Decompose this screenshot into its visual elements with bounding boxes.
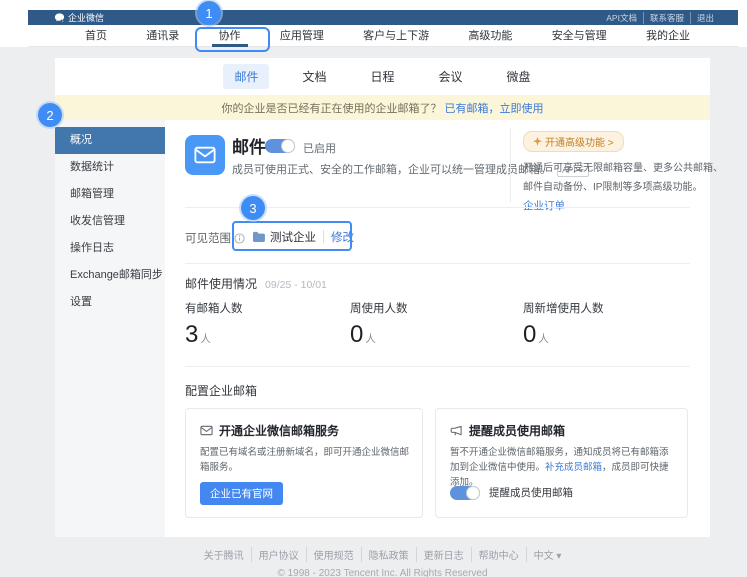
annotation-step-3-badge: 3 [241, 196, 265, 220]
envelope-icon [194, 146, 216, 164]
notice-text: 你的企业是否已经有正在使用的企业邮箱了？ [222, 100, 442, 116]
sidebar: 概况 数据统计 邮箱管理 收发信管理 操作日志 Exchange邮箱同步 设置 [55, 120, 165, 537]
annotation-rect-collaboration-tab [195, 27, 270, 52]
topbar-links: API文档 联系客服 退出 [600, 12, 720, 24]
toggle-knob [281, 139, 295, 153]
promo-text-line2: 邮件自动备份、IP限制等多项高级功能。 [523, 178, 703, 193]
card-title: 开通企业微信邮箱服务 [200, 422, 339, 439]
premium-promo: 开通高级功能 > 开通后可享受无限邮箱容量、更多公共邮箱、 邮件自动备份、IP限… [523, 131, 703, 213]
card-title: 提醒成员使用邮箱 [450, 422, 565, 439]
api-docs-link[interactable]: API文档 [600, 12, 644, 24]
nav-item-app-management[interactable]: 应用管理 [280, 25, 324, 47]
annotation-step-1-badge: 1 [197, 1, 221, 25]
stat-value: 3 [185, 321, 198, 348]
remind-members-toggle[interactable] [450, 486, 480, 500]
help-center-link[interactable]: 帮助中心 [472, 547, 527, 562]
main-nav: 首页 通讯录 协作 应用管理 客户与上下游 高级功能 安全与管理 我的企业 [28, 25, 738, 47]
main-content: 邮件 已启用 成员可使用正式、安全的工作邮箱，企业可以统一管理成员邮箱。API … [165, 120, 710, 537]
use-existing-mailbox-link[interactable]: 已有邮箱，立即使用 [445, 100, 544, 116]
topbar: 企业微信 API文档 联系客服 退出 [28, 10, 738, 25]
stat-value: 0 [523, 321, 536, 348]
usage-date-range: 09/25 - 10/01 [265, 279, 327, 291]
envelope-outline-icon [200, 425, 213, 436]
sparkle-icon [533, 137, 542, 146]
sidebar-item-settings[interactable]: 设置 [55, 289, 165, 316]
app-logo[interactable]: 企业微信 [54, 11, 104, 24]
nav-item-customers[interactable]: 客户与上下游 [363, 25, 429, 47]
wechat-work-bubble-icon [54, 12, 65, 23]
stat-mailbox-users: 有邮箱人数 3人 [185, 300, 345, 349]
nav-item-home[interactable]: 首页 [85, 25, 107, 47]
sidebar-item-mailbox-management[interactable]: 邮箱管理 [55, 181, 165, 208]
changelog-link[interactable]: 更新日志 [417, 547, 472, 562]
sidebar-item-overview[interactable]: 概况 [55, 127, 165, 154]
nav-item-advanced[interactable]: 高级功能 [468, 25, 512, 47]
language-selector[interactable]: 中文 ▾ [527, 547, 569, 562]
remind-toggle-row: 提醒成员使用邮箱 [450, 485, 573, 500]
company-has-website-button[interactable]: 企业已有官网 [200, 482, 283, 505]
footer: 关于腾讯 用户协议 使用规范 隐私政策 更新日志 帮助中心 中文 ▾ © 199… [55, 546, 710, 577]
usage-rules-link[interactable]: 使用规范 [307, 547, 362, 562]
open-mailbox-service-card: 开通企业微信邮箱服务 配置已有域名或注册新域名，即可开通企业微信邮箱服务。 企业… [185, 408, 423, 518]
promo-text-line1: 开通后可享受无限邮箱容量、更多公共邮箱、 [523, 159, 703, 174]
stat-weekly-new-users: 周新增使用人数 0人 [523, 300, 683, 349]
megaphone-icon [450, 425, 463, 437]
mail-app-icon [185, 135, 225, 175]
tab-calendar[interactable]: 日程 [359, 64, 405, 89]
contact-support-link[interactable]: 联系客服 [644, 12, 691, 24]
stat-unit: 人 [365, 333, 376, 345]
config-section-title: 配置企业邮箱 [185, 382, 257, 399]
page: 企业微信 API文档 联系客服 退出 首页 通讯录 协作 应用管理 客户与上下游… [0, 0, 747, 577]
upgrade-premium-button[interactable]: 开通高级功能 > [523, 131, 624, 152]
nav-item-my-company[interactable]: 我的企业 [646, 25, 690, 47]
divider [185, 366, 690, 367]
copyright: © 1998 - 2023 Tencent Inc. All Rights Re… [55, 568, 710, 577]
mail-status-label: 已启用 [303, 140, 336, 156]
supplement-member-mailbox-link[interactable]: 补充成员邮箱 [545, 462, 602, 473]
usage-section-title: 邮件使用情况09/25 - 10/01 [185, 275, 327, 292]
sidebar-item-statistics[interactable]: 数据统计 [55, 154, 165, 181]
stat-unit: 人 [200, 333, 211, 345]
tab-drive[interactable]: 微盘 [496, 64, 542, 89]
enterprise-order-link[interactable]: 企业订单 [523, 198, 703, 213]
mail-enabled-toggle[interactable] [265, 139, 295, 153]
tab-meeting[interactable]: 会议 [428, 64, 474, 89]
subtabs: 邮件 文档 日程 会议 微盘 [55, 58, 710, 95]
annotation-step-2-badge: 2 [38, 103, 62, 127]
nav-item-security[interactable]: 安全与管理 [552, 25, 607, 47]
privacy-policy-link[interactable]: 隐私政策 [362, 547, 417, 562]
stat-value: 0 [350, 321, 363, 348]
sidebar-item-operation-log[interactable]: 操作日志 [55, 235, 165, 262]
app-logo-label: 企业微信 [68, 11, 104, 24]
card-description: 暂不开通企业微信邮箱服务，通知成员将已有邮箱添加到企业微信中使用。补充成员邮箱，… [450, 445, 677, 490]
card-description: 配置已有域名或注册新域名，即可开通企业微信邮箱服务。 [200, 445, 412, 475]
vertical-divider [510, 128, 511, 203]
content-card: 邮件 文档 日程 会议 微盘 你的企业是否已经有正在使用的企业邮箱了？ 已有邮箱… [55, 58, 710, 537]
mail-title: 邮件 [232, 133, 266, 158]
remind-members-card: 提醒成员使用邮箱 暂不开通企业微信邮箱服务，通知成员将已有邮箱添加到企业微信中使… [435, 408, 688, 518]
user-agreement-link[interactable]: 用户协议 [252, 547, 307, 562]
footer-links: 关于腾讯 用户协议 使用规范 隐私政策 更新日志 帮助中心 中文 ▾ [197, 547, 569, 562]
stat-weekly-users: 周使用人数 0人 [350, 300, 510, 349]
logout-link[interactable]: 退出 [691, 12, 720, 24]
nav-item-contacts[interactable]: 通讯录 [146, 25, 179, 47]
annotation-rect-scope-box [232, 221, 352, 251]
sidebar-item-exchange-sync[interactable]: Exchange邮箱同步 [55, 262, 165, 289]
sidebar-item-send-receive[interactable]: 收发信管理 [55, 208, 165, 235]
divider [185, 263, 690, 264]
stat-unit: 人 [538, 333, 549, 345]
notice-banner: 你的企业是否已经有正在使用的企业邮箱了？ 已有邮箱，立即使用 [55, 95, 710, 120]
tab-mail[interactable]: 邮件 [223, 64, 269, 89]
remind-toggle-label: 提醒成员使用邮箱 [489, 485, 573, 500]
about-tencent-link[interactable]: 关于腾讯 [197, 547, 252, 562]
toggle-knob [466, 486, 480, 500]
tab-docs[interactable]: 文档 [291, 64, 337, 89]
